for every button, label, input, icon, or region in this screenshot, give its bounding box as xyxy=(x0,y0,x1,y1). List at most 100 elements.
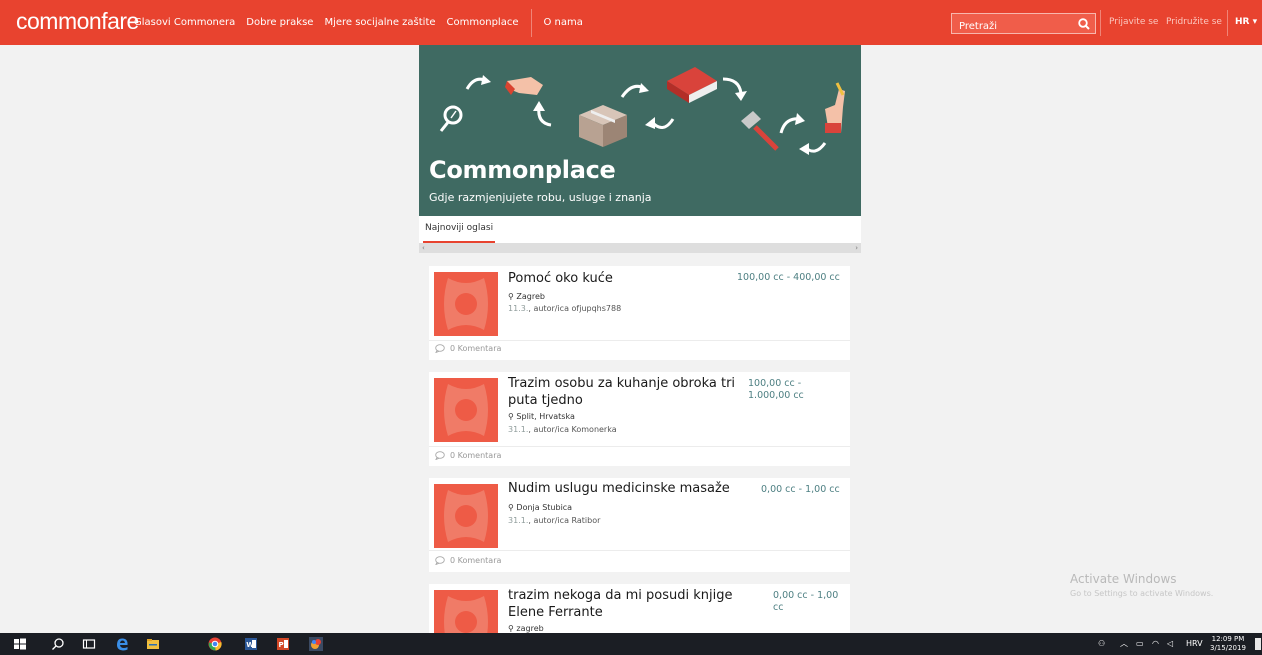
volume-icon[interactable]: ◁ xyxy=(1167,633,1173,655)
tab-najnoviji-oglasi[interactable]: Najnoviji oglasi xyxy=(423,223,496,243)
search-icon[interactable] xyxy=(1077,17,1091,31)
commonfare-placeholder-icon xyxy=(444,596,488,633)
show-hidden-icons-icon[interactable]: ︿ xyxy=(1120,633,1128,655)
activation-watermark-title: Activate Windows xyxy=(1070,572,1177,586)
clock-time: 12:09 PM xyxy=(1211,635,1245,643)
comments-count: 0 Komentara xyxy=(450,344,502,353)
location-pin-icon: ⚲ xyxy=(508,503,514,512)
location-pin-icon: ⚲ xyxy=(508,292,514,301)
listing-title[interactable]: Pomoć oko kuće xyxy=(508,270,730,287)
edge-browser-icon[interactable] xyxy=(115,637,129,651)
nav-mjere-socijalne-zastite[interactable]: Mjere socijalne zaštite xyxy=(324,17,435,28)
listing-date: 31.1. xyxy=(508,516,529,525)
listing-card[interactable]: Trazim osobu za kuhanje obroka tri puta … xyxy=(429,372,850,466)
scroll-right-icon[interactable]: › xyxy=(855,243,858,253)
activation-watermark-subtitle: Go to Settings to activate Windows. xyxy=(1070,589,1214,598)
battery-icon[interactable]: ▭ xyxy=(1136,633,1144,655)
listing-meta: 31.1., autor/ica Ratibor xyxy=(508,516,601,525)
card-divider xyxy=(429,550,850,551)
user-icon[interactable]: ⚇ xyxy=(1098,633,1105,655)
listing-title[interactable]: Trazim osobu za kuhanje obroka tri puta … xyxy=(508,375,736,409)
listing-location: ⚲ Zagreb xyxy=(508,292,545,301)
location-text: Split, Hrvatska xyxy=(516,412,575,421)
comment-bubble-icon xyxy=(435,344,445,353)
listing-meta: 31.1., autor/ica Komonerka xyxy=(508,425,617,434)
search-icon[interactable] xyxy=(51,637,65,651)
listing-date: 31.1. xyxy=(508,425,529,434)
page-title: Commonplace xyxy=(429,156,616,184)
comments-link[interactable]: 0 Komentara xyxy=(435,344,501,353)
hammer-icon xyxy=(741,111,779,151)
listing-price: 0,00 cc - 1,00 cc xyxy=(761,484,840,495)
listing-card[interactable]: Pomoć oko kuće 100,00 cc - 400,00 cc ⚲ Z… xyxy=(429,266,850,360)
location-text: Donja Stubica xyxy=(516,503,573,512)
windows-start-icon[interactable] xyxy=(13,637,27,651)
listing-location: ⚲ zagreb xyxy=(508,624,544,633)
listing-location: ⚲ Split, Hrvatska xyxy=(508,412,575,421)
nav-commonplace[interactable]: Commonplace xyxy=(447,17,519,28)
curved-arrow-icon xyxy=(722,77,743,94)
system-clock[interactable]: 12:09 PM 3/15/2019 xyxy=(1210,635,1246,653)
listing-card[interactable]: trazim nekoga da mi posudi knjige Elene … xyxy=(429,584,850,633)
listing-card[interactable]: Nudim uslugu medicinske masaže 0,00 cc -… xyxy=(429,478,850,572)
commonfare-logo[interactable]: commonfare xyxy=(16,8,139,35)
location-pin-icon: ⚲ xyxy=(508,624,514,633)
file-explorer-icon[interactable] xyxy=(146,637,160,651)
listing-author[interactable]: autor/ica Ratibor xyxy=(533,516,600,525)
listing-date: 11.3. xyxy=(508,304,529,313)
word-icon[interactable]: W xyxy=(244,637,258,651)
listing-thumbnail[interactable] xyxy=(434,272,498,336)
listing-author[interactable]: autor/ica ofjupqhs788 xyxy=(533,304,621,313)
listing-price: 100,00 cc - 400,00 cc xyxy=(737,272,840,283)
listing-title[interactable]: Nudim uslugu medicinske masaže xyxy=(508,480,758,497)
task-view-icon[interactable] xyxy=(82,637,96,651)
search-box xyxy=(951,13,1096,36)
main-nav: Glasovi Commonera Dobre prakse Mjere soc… xyxy=(134,0,594,45)
chrome-icon[interactable] xyxy=(208,637,222,651)
input-language[interactable]: HRV xyxy=(1186,633,1203,655)
listing-price: 100,00 cc - 1.000,00 cc xyxy=(748,378,804,401)
horizontal-scrollbar[interactable]: ‹ › xyxy=(419,243,861,253)
listing-tabs: Najnoviji oglasi xyxy=(419,216,861,243)
svg-text:W: W xyxy=(246,641,254,649)
listing-title[interactable]: trazim nekoga da mi posudi knjige Elene … xyxy=(508,587,764,621)
header-divider xyxy=(1227,10,1228,36)
commonfare-placeholder-icon xyxy=(444,490,488,542)
commonplace-banner: Commonplace Gdje razmjenjujete robu, usl… xyxy=(419,45,861,216)
notifications-icon[interactable] xyxy=(1255,638,1261,650)
card-divider xyxy=(429,446,850,447)
listing-thumbnail[interactable] xyxy=(434,378,498,442)
nav-glasovi-commonera[interactable]: Glasovi Commonera xyxy=(134,17,235,28)
windows-taskbar: W P ⚇ ︿ ▭ ◠ ◁ HRV 12:09 PM 3/15/2019 xyxy=(0,633,1262,655)
listing-price: 0,00 cc - 1,00 cc xyxy=(773,590,839,613)
comments-count: 0 Komentara xyxy=(450,556,502,565)
login-link[interactable]: Prijavite se xyxy=(1109,0,1158,45)
comment-bubble-icon xyxy=(435,556,445,565)
powerpoint-icon[interactable]: P xyxy=(276,637,290,651)
language-selector[interactable]: HR ▾ xyxy=(1235,0,1257,45)
hand-key-icon xyxy=(825,82,845,133)
comment-bubble-icon xyxy=(435,451,445,460)
listing-thumbnail[interactable] xyxy=(434,590,498,633)
paint-icon[interactable] xyxy=(309,637,323,651)
comments-link[interactable]: 0 Komentara xyxy=(435,451,501,460)
box-icon xyxy=(579,105,627,147)
listing-author[interactable]: autor/ica Komonerka xyxy=(533,425,616,434)
commonfare-placeholder-icon xyxy=(444,278,488,330)
join-link[interactable]: Pridružite se xyxy=(1166,0,1222,45)
comments-link[interactable]: 0 Komentara xyxy=(435,556,501,565)
listing-thumbnail[interactable] xyxy=(434,484,498,548)
language-code: HR xyxy=(1235,17,1250,27)
wifi-icon[interactable]: ◠ xyxy=(1152,633,1159,655)
comments-count: 0 Komentara xyxy=(450,451,502,460)
nav-dobre-prakse[interactable]: Dobre prakse xyxy=(246,17,313,28)
page-subtitle: Gdje razmjenjujete robu, usluge i znanja xyxy=(429,191,652,204)
search-input[interactable] xyxy=(952,17,1072,36)
nav-divider xyxy=(530,8,532,37)
magnifier-icon xyxy=(439,105,463,132)
location-text: zagreb xyxy=(516,624,544,633)
book-icon xyxy=(667,67,717,103)
card-divider xyxy=(429,340,850,341)
scroll-left-icon[interactable]: ‹ xyxy=(422,243,425,253)
nav-o-nama[interactable]: O nama xyxy=(544,17,583,28)
